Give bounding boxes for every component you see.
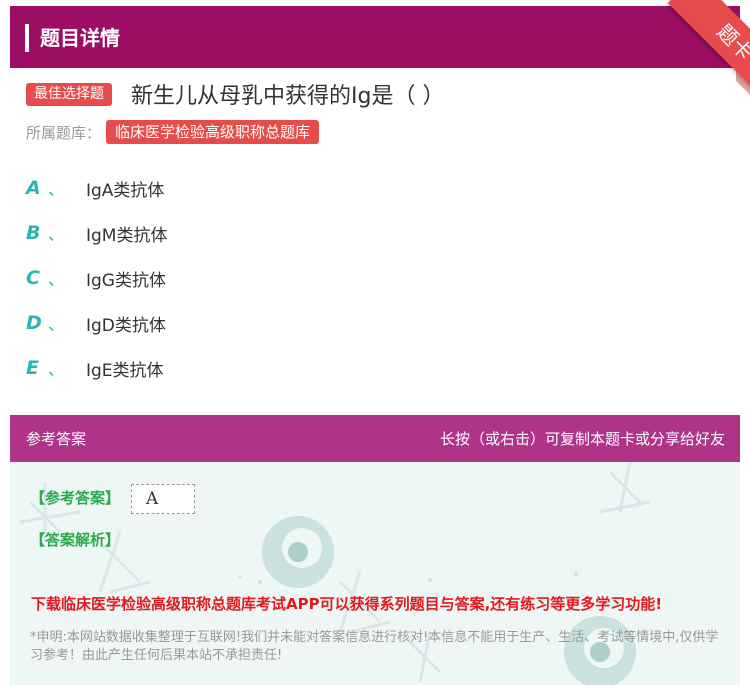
option-a[interactable]: A 、 IgA类抗体 [26,175,164,201]
ribbon-corner[interactable]: 题卡 [640,0,750,110]
header-bar: 题目详情 [10,6,740,68]
download-app-promo[interactable]: 下载临床医学检验高级职称总题库考试APP可以获得系列题目与答案,还有练习等更多学… [31,593,662,614]
option-c[interactable]: C 、 IgG类抗体 [26,265,166,291]
option-text: IgE类抗体 [86,360,164,381]
question-card-ribbon[interactable]: 题卡 [667,0,750,110]
answer-value: A [131,484,195,514]
option-letter: D [26,312,42,334]
option-letter: B [26,222,41,244]
option-separator: 、 [48,180,65,199]
option-letter: C [26,267,40,289]
page-title: 题目详情 [40,26,120,50]
header-accent-bar [25,24,29,52]
option-separator: 、 [48,360,65,379]
question-text: 新生儿从母乳中获得的Ig是（ ） [131,84,445,109]
option-text: IgG类抗体 [86,270,166,291]
option-letter: E [26,357,39,379]
option-letter: A [26,177,41,199]
answer-section-title: 参考答案 [26,430,87,448]
option-b[interactable]: B 、 IgM类抗体 [26,220,167,246]
option-text: IgA类抗体 [86,180,165,201]
answer-label: 【参考答案】 [30,489,121,507]
option-e[interactable]: E 、 IgE类抗体 [26,355,164,381]
option-separator: 、 [48,270,65,289]
analysis-label: 【答案解析】 [30,531,121,549]
question-bank-label: 所属题库： [26,124,102,142]
option-text: IgM类抗体 [86,225,168,246]
question-type-badge: 最佳选择题 [26,83,112,106]
disclaimer-text: *申明:本网站数据收集整理于互联网!我们并未能对答案信息进行核对!本信息不能用于… [30,630,719,663]
option-d[interactable]: D 、 IgD类抗体 [26,310,166,336]
option-text: IgD类抗体 [86,315,166,336]
question-bank-link[interactable]: 临床医学检验高级职称总题库 [106,120,320,144]
option-separator: 、 [48,315,65,334]
share-hint: 长按（或右击）可复制本题卡或分享给好友 [439,430,725,448]
answer-header-bar: 参考答案 长按（或右击）可复制本题卡或分享给好友 [10,415,740,462]
option-separator: 、 [48,225,65,244]
